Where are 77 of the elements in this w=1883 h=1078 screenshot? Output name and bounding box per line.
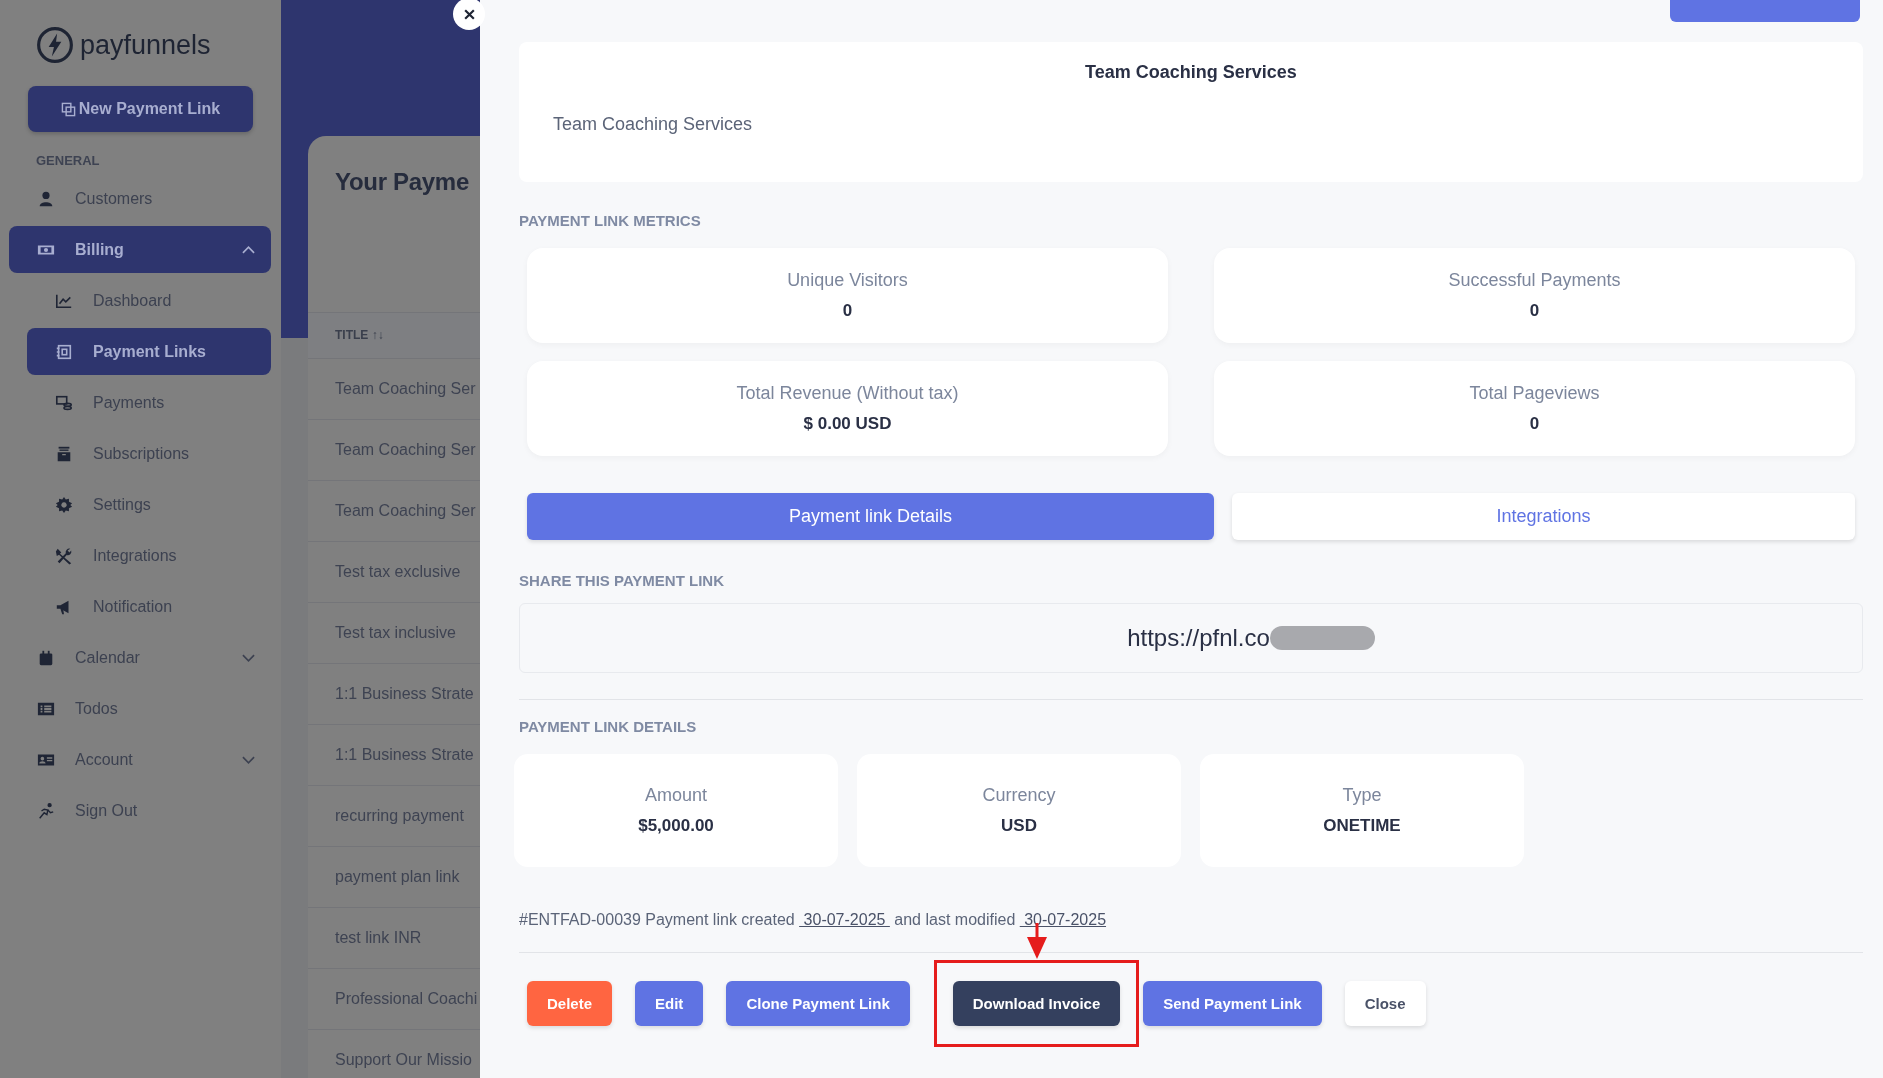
table-cell: Test tax exclusive [335, 563, 461, 580]
chevron-icon [242, 755, 255, 764]
section-label: GENERAL [36, 153, 101, 170]
section-label: PAYMENT LINK DETAILS [519, 718, 698, 735]
action-button[interactable]: Close [1344, 981, 1426, 1026]
chevron-icon [242, 245, 255, 254]
column-header[interactable]: TITLE ↑↓ [308, 312, 480, 359]
table-cell: Professional Coachi [335, 990, 478, 1007]
sidebar-item[interactable]: Todos [9, 685, 271, 732]
metric-value: 0 [1529, 301, 1540, 321]
metric-value: 0 [1529, 414, 1540, 434]
tab[interactable]: Payment link Details [527, 493, 1214, 540]
chevron-icon [242, 653, 255, 662]
table-cell: recurring payment [335, 807, 464, 824]
payment-link-url[interactable]: https://pfnl.co [1127, 624, 1270, 652]
sidebar-subitem[interactable]: Settings [27, 481, 271, 528]
sidebar-subitem[interactable]: Integrations [27, 532, 271, 579]
box-icon [55, 444, 73, 463]
action-button[interactable]: Edit [635, 981, 704, 1026]
detail-value: ONETIME [1323, 816, 1401, 836]
sidebar-item[interactable]: Account [9, 736, 271, 783]
action-button[interactable]: Download Invoice [952, 981, 1121, 1026]
detail-label: Currency [982, 785, 1056, 806]
metric-value: $ 0.00 USD [803, 414, 892, 434]
arrow-annotation [1024, 923, 1049, 959]
coins-icon [55, 393, 73, 412]
detail-label: Amount [644, 785, 707, 806]
sidebar-subitem[interactable]: Dashboard [27, 277, 271, 324]
table-cell: 1:1 Business Strate [335, 685, 474, 702]
metric-label: Unique Visitors [787, 270, 908, 291]
sidebar-item[interactable]: Billing [9, 226, 271, 273]
table-cell: 1:1 Business Strate [335, 746, 474, 763]
close-icon [462, 7, 476, 21]
metric-label: Total Pageviews [1469, 383, 1600, 404]
close-button[interactable] [453, 0, 485, 30]
copy-icon [60, 101, 76, 117]
table-cell: Test tax inclusive [335, 624, 456, 641]
table-cell: payment plan link [335, 868, 460, 885]
action-button[interactable]: Send Payment Link [1143, 981, 1322, 1026]
section-label: SHARE THIS PAYMENT LINK [519, 572, 726, 589]
section-label: PAYMENT LINK METRICS [519, 212, 702, 229]
runner-icon [37, 801, 55, 820]
detail-label: Type [1342, 785, 1382, 806]
sidebar-item[interactable]: Calendar [9, 634, 271, 681]
sidebar-subitem[interactable]: Subscriptions [27, 430, 271, 477]
detail-value: USD [1001, 816, 1037, 836]
sidebar-subitem[interactable]: Notification [27, 583, 271, 630]
metric-value: 0 [842, 301, 853, 321]
metric-label: Total Revenue (Without tax) [736, 383, 959, 404]
table-cell: Support Our Missio [335, 1051, 472, 1068]
lightning-logo-icon [36, 26, 74, 64]
new-payment-link-button[interactable]: New Payment Link [28, 86, 253, 132]
gear-icon [55, 495, 73, 514]
created-date-link[interactable]: 30-07-2025 [799, 911, 890, 928]
tools-icon [55, 546, 73, 565]
table-cell: Team Coaching Ser [335, 502, 476, 519]
sidebar-item[interactable]: Customers [9, 175, 271, 222]
action-button[interactable]: Clone Payment Link [726, 981, 910, 1026]
sidebar-subitem[interactable]: Payment Links [27, 328, 271, 375]
modified-date-link[interactable]: 30-07-2025 [1019, 911, 1107, 928]
table-cell: test link INR [335, 929, 422, 946]
sidebar-subitem[interactable]: Payments [27, 379, 271, 426]
page-heading: Your Payme [334, 167, 470, 197]
link-description: Team Coaching Services [553, 114, 754, 135]
sidebar-item[interactable]: Sign Out [9, 787, 271, 834]
table-cell: Team Coaching Ser [335, 380, 476, 397]
calendar-icon [37, 648, 55, 667]
tab[interactable]: Integrations [1232, 493, 1855, 540]
frame-icon [55, 342, 73, 361]
detail-value: $5,000.00 [638, 816, 714, 836]
metric-label: Successful Payments [1448, 270, 1621, 291]
person-icon [37, 189, 55, 208]
logo-text: payfunnels [80, 29, 211, 61]
action-button[interactable]: Delete [527, 981, 613, 1026]
link-title: Team Coaching Services [1084, 62, 1298, 83]
link-info: #ENTFAD-00039 Payment link created 30-07-2025 and last modified 30-07-2025 [519, 911, 1108, 929]
table-cell: Team Coaching Ser [335, 441, 476, 458]
